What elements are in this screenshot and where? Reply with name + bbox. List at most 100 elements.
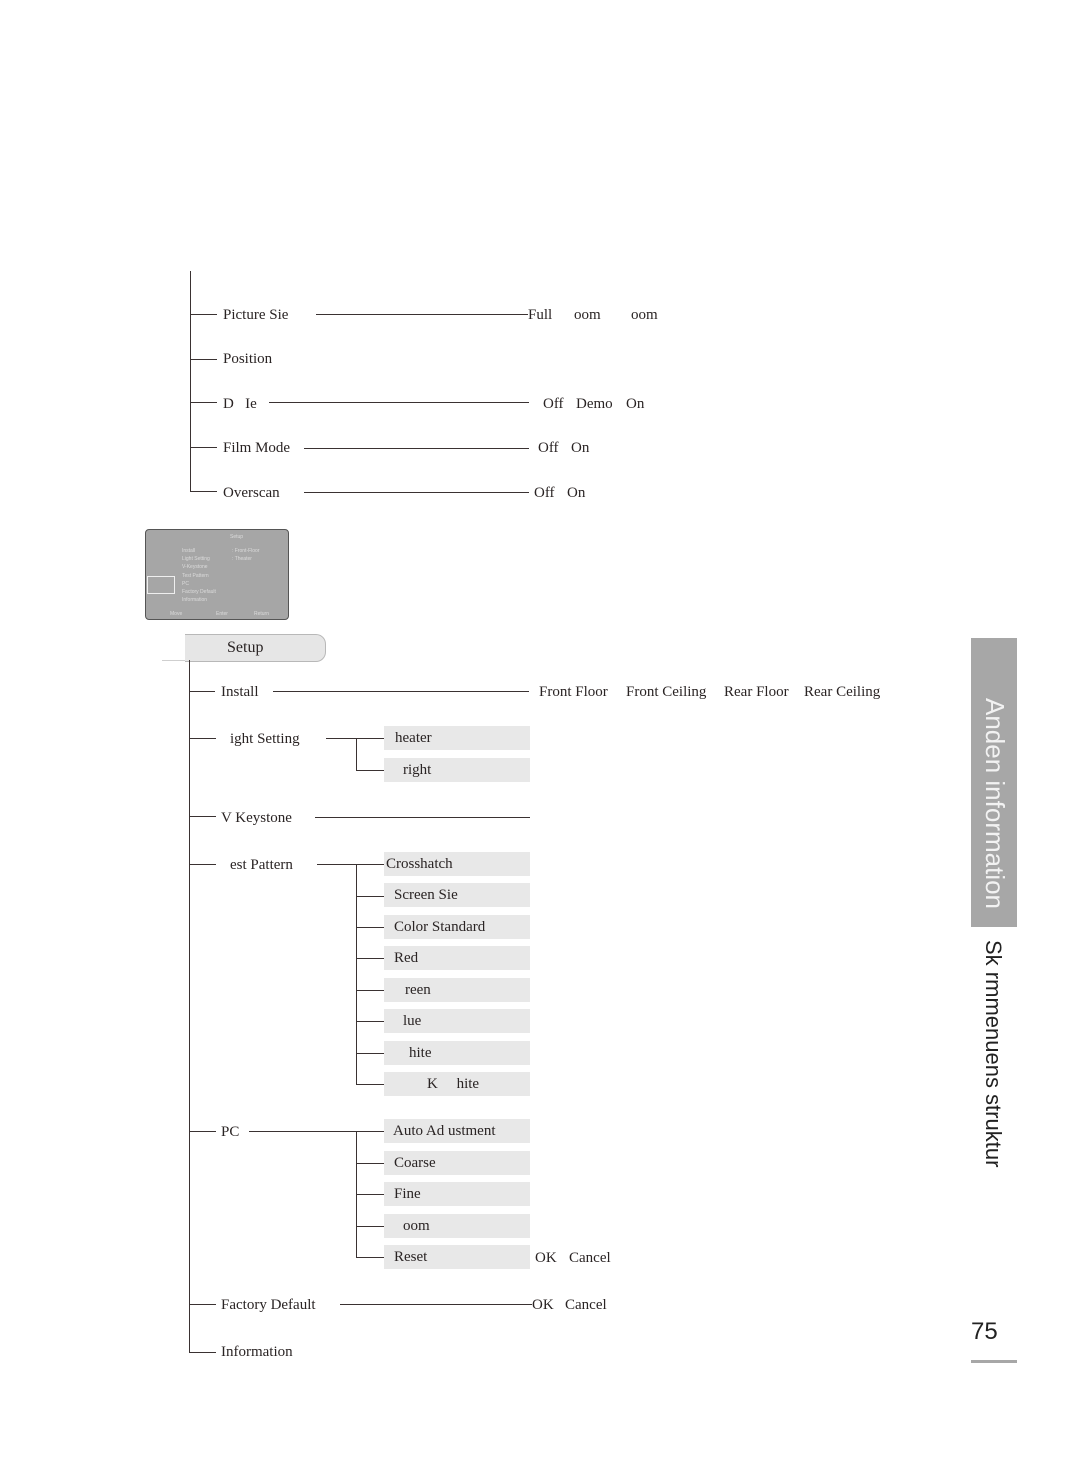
osd-item: Factory Default [182, 589, 216, 595]
option-white[interactable]: hite [384, 1041, 530, 1065]
sub-trunk-line [356, 738, 357, 770]
page-number-underline [971, 1360, 1017, 1363]
option-front-floor[interactable]: Front Floor [539, 683, 608, 701]
osd-item: PC [182, 581, 189, 587]
option-off[interactable]: Off [534, 484, 555, 502]
option-blue[interactable]: lue [384, 1009, 530, 1033]
option-rear-ceiling[interactable]: Rear Ceiling [804, 683, 880, 701]
sub-branch-line [356, 1194, 384, 1195]
option-color-standard[interactable]: Color Standard [384, 915, 530, 939]
option-on[interactable]: On [626, 395, 644, 413]
option-zoom1[interactable]: oom [574, 306, 601, 324]
option-green[interactable]: reen [384, 978, 530, 1002]
connector-line [340, 1304, 532, 1305]
reset-option-ok[interactable]: OK [535, 1249, 557, 1267]
menu-item-dnie[interactable]: D Ie [223, 395, 257, 413]
option-off[interactable]: Off [538, 439, 559, 457]
sub-branch-line [356, 1163, 384, 1164]
connector-line [316, 314, 528, 315]
page-number: 75 [971, 1318, 998, 1345]
option-full[interactable]: Full [528, 306, 552, 324]
branch-line [189, 1131, 216, 1132]
option-bright[interactable]: right [384, 758, 530, 782]
setup-tab[interactable]: Setup [185, 634, 326, 662]
menu-item-pc[interactable]: PC [221, 1123, 239, 1141]
sub-branch-line [356, 927, 384, 928]
sub-branch-line [356, 1226, 384, 1227]
connector-line [304, 492, 529, 493]
menu-item-light-setting[interactable]: ight Setting [230, 730, 300, 748]
sub-branch-line [356, 770, 384, 771]
branch-line [190, 314, 217, 315]
page-subtitle: Sk rmmenuens struktur [981, 940, 1006, 1168]
option-on[interactable]: On [571, 439, 589, 457]
connector-line [273, 691, 529, 692]
osd-footer-move: Move [170, 611, 183, 617]
branch-line [189, 864, 216, 865]
branch-line [189, 1304, 216, 1305]
tree-trunk-line [189, 660, 190, 1353]
option-screen-size[interactable]: Screen Sie [384, 883, 530, 907]
osd-item: Information [182, 597, 208, 603]
osd-title: Setup [230, 534, 244, 540]
option-fine[interactable]: Fine [384, 1182, 530, 1206]
connector-line [249, 1131, 384, 1132]
tree-trunk-line [190, 271, 191, 491]
osd-footer-enter: Enter [216, 611, 228, 617]
sub-branch-line [356, 990, 384, 991]
menu-item-position[interactable]: Position [223, 350, 272, 368]
osd-item: V-Keystone [182, 564, 208, 570]
menu-item-picture-size[interactable]: Picture Sie [223, 306, 288, 324]
factory-option-ok[interactable]: OK [532, 1296, 554, 1314]
option-reset[interactable]: Reset [384, 1245, 530, 1269]
connector-line [269, 402, 529, 403]
sub-trunk-line [356, 864, 357, 1084]
reset-option-cancel[interactable]: Cancel [569, 1249, 611, 1267]
menu-item-v-keystone[interactable]: V Keystone [221, 809, 292, 827]
menu-item-overscan[interactable]: Overscan [223, 484, 280, 502]
menu-item-test-pattern[interactable]: est Pattern [230, 856, 293, 874]
option-rear-floor[interactable]: Rear Floor [724, 683, 789, 701]
branch-line [190, 402, 217, 403]
sub-branch-line [356, 1021, 384, 1022]
osd-setup-preview: Setup Install Light Setting V-Keystone T… [145, 529, 289, 620]
option-crosshatch[interactable]: Crosshatch [384, 852, 530, 876]
option-front-ceiling[interactable]: Front Ceiling [626, 683, 706, 701]
menu-item-install[interactable]: Install [221, 683, 259, 701]
setup-tab-label: Setup [227, 639, 264, 656]
option-on[interactable]: On [567, 484, 585, 502]
option-red[interactable]: Red [384, 946, 530, 970]
osd-selection-highlight [147, 576, 175, 594]
option-coarse[interactable]: Coarse [384, 1151, 530, 1175]
option-theater[interactable]: heater [384, 726, 530, 750]
menu-item-information[interactable]: Information [221, 1343, 293, 1361]
connector-line [326, 738, 384, 739]
sub-branch-line [356, 958, 384, 959]
section-tab-label: Anden information [980, 698, 1010, 910]
osd-item: Test Pattern [182, 573, 209, 579]
branch-line [189, 816, 216, 817]
branch-line [190, 359, 217, 360]
menu-item-factory-default[interactable]: Factory Default [221, 1296, 316, 1314]
sub-branch-line [356, 1084, 384, 1085]
menu-item-film-mode[interactable]: Film Mode [223, 439, 290, 457]
branch-line [189, 738, 216, 739]
tab-underline [162, 660, 186, 661]
factory-option-cancel[interactable]: Cancel [565, 1296, 607, 1314]
option-demo[interactable]: Demo [576, 395, 613, 413]
option-auto-adjustment[interactable]: Auto Ad ustment [384, 1119, 530, 1143]
osd-value: : Front-Floor [232, 548, 260, 554]
option-6500k-white[interactable]: K hite [384, 1072, 530, 1096]
option-zoom[interactable]: oom [384, 1214, 530, 1238]
osd-value: : Theater [232, 556, 252, 562]
branch-line [190, 447, 217, 448]
osd-item: Light Setting [182, 556, 210, 562]
option-off[interactable]: Off [543, 395, 564, 413]
section-tab: Anden information [971, 638, 1017, 927]
branch-line [189, 1352, 216, 1353]
connector-line [304, 448, 529, 449]
option-zoom2[interactable]: oom [631, 306, 658, 324]
osd-footer-return: Return [254, 611, 270, 617]
connector-line [315, 817, 530, 818]
sub-branch-line [356, 1257, 384, 1258]
